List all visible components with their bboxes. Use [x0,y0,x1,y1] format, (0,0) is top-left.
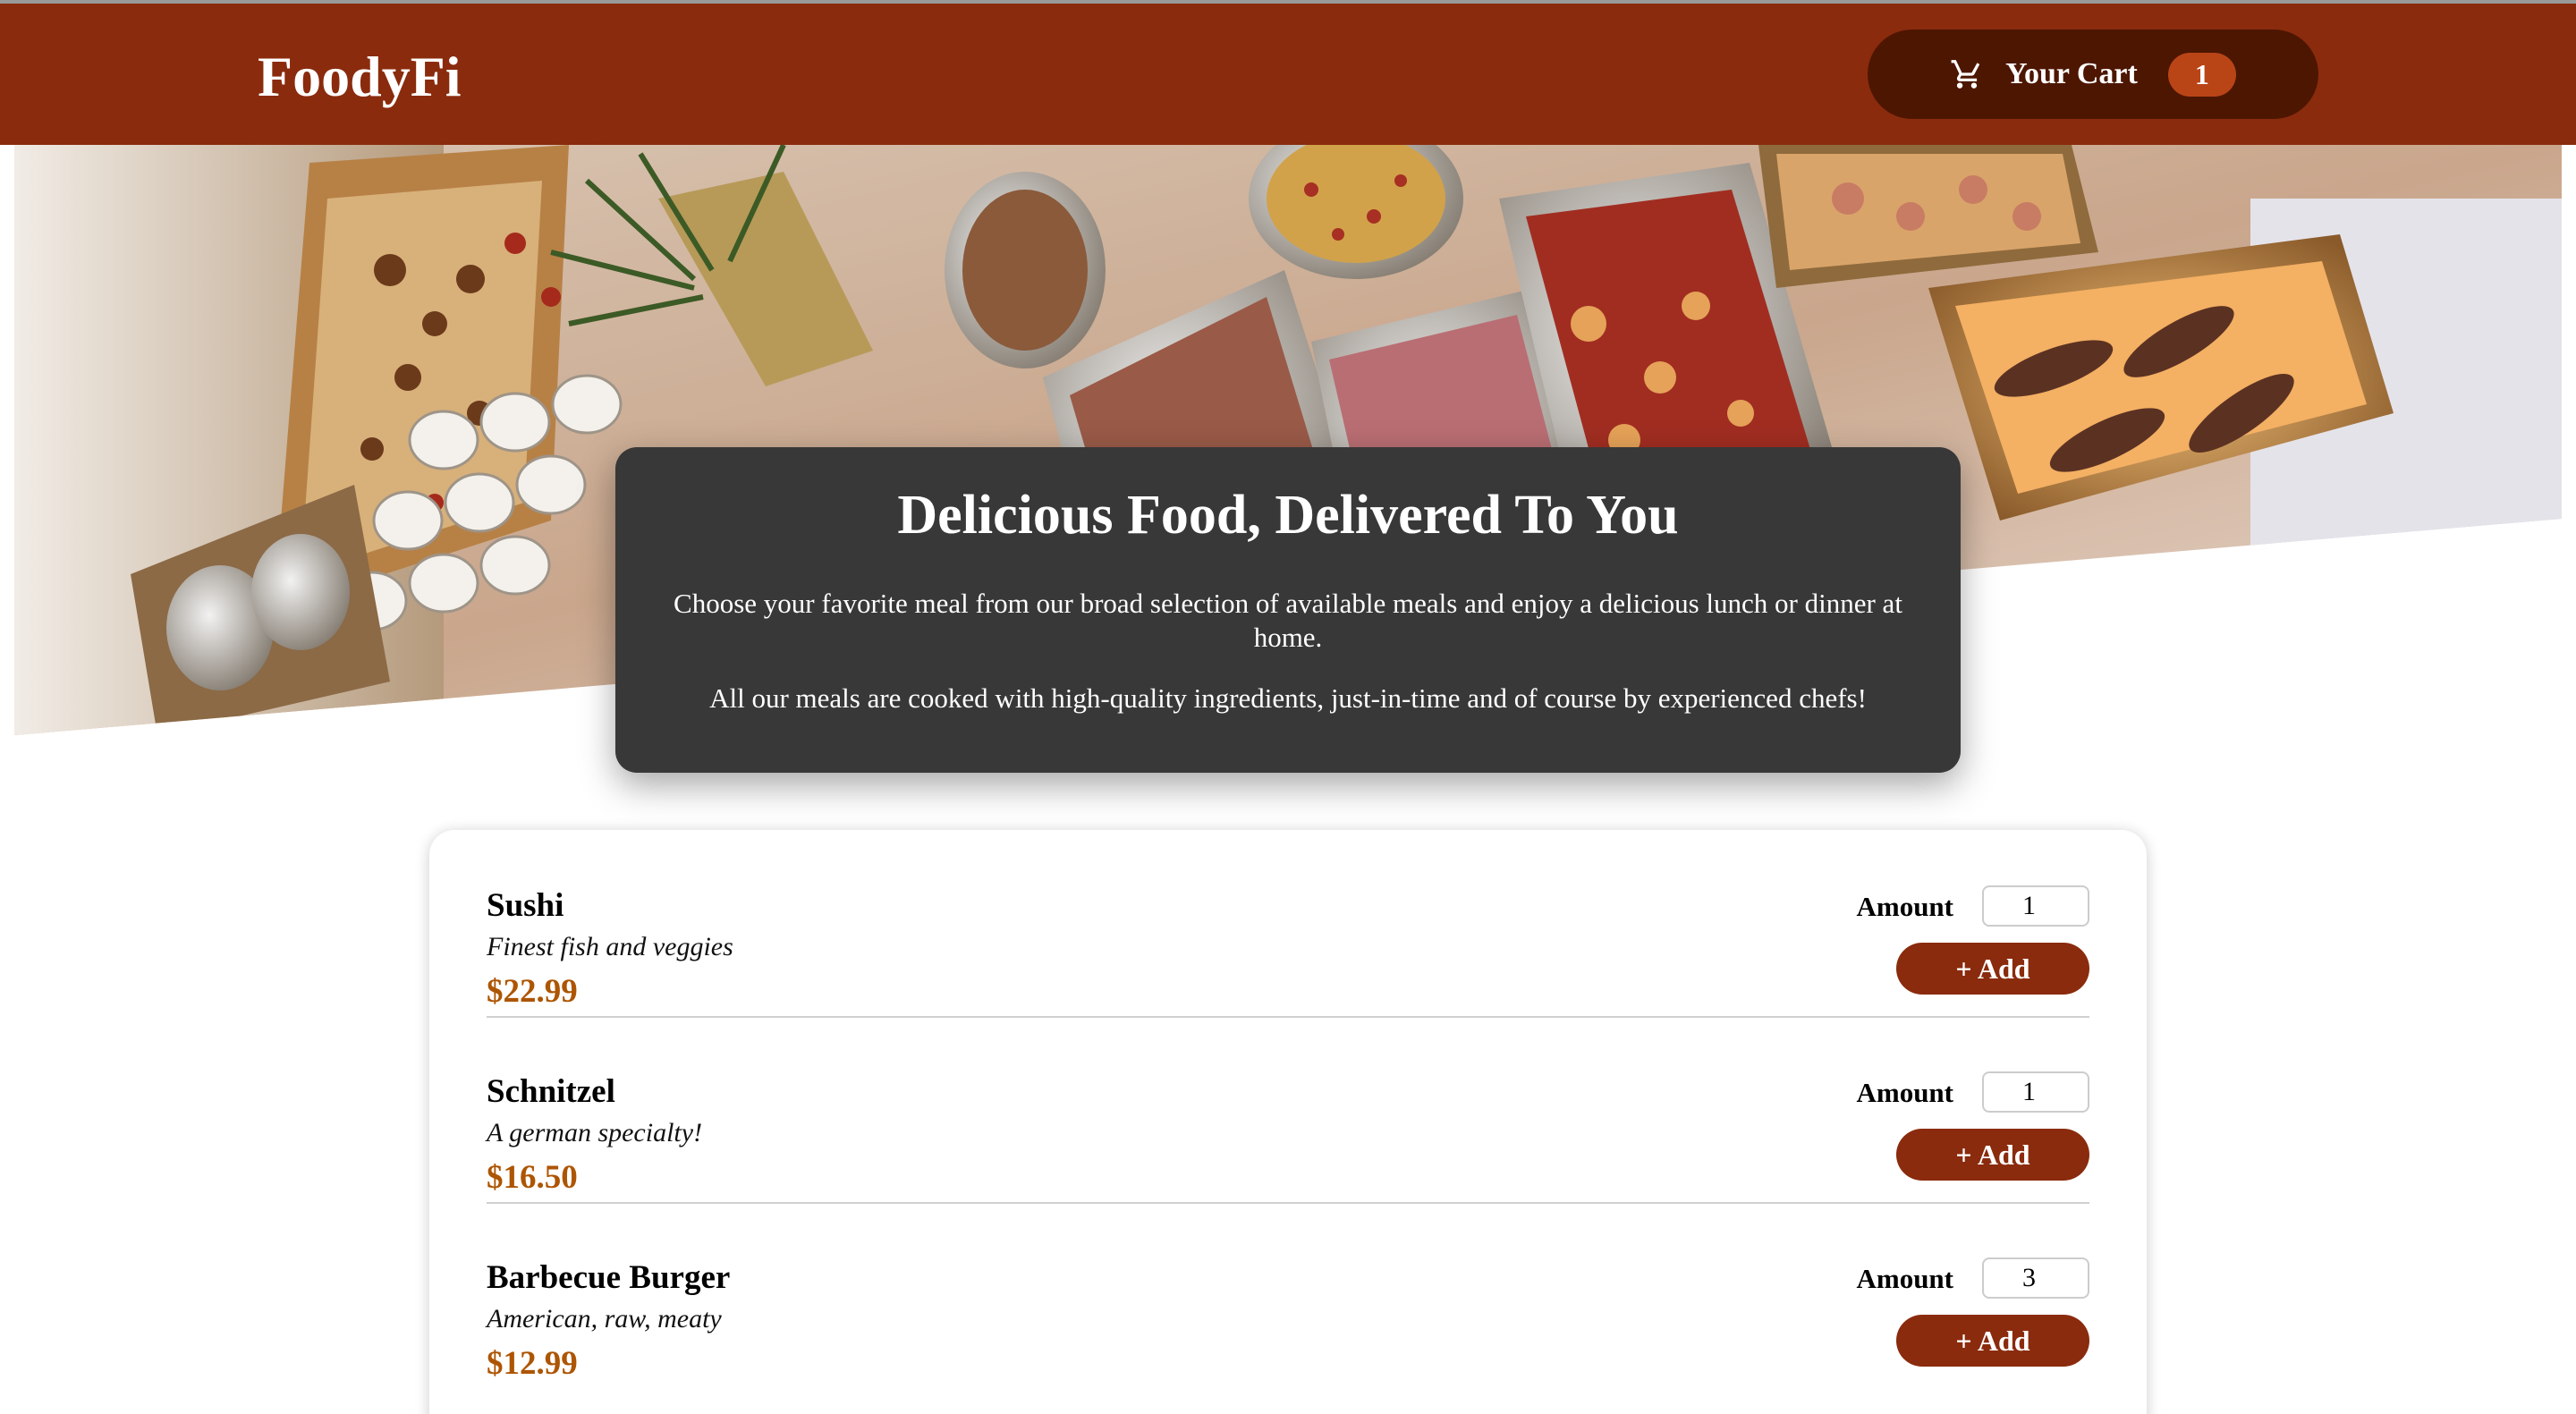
amount-input[interactable] [1982,1257,2089,1299]
logo: FoodyFi [258,45,462,108]
meal-item-sushi: Sushi Finest fish and veggies $22.99 Amo… [487,830,2089,1018]
amount-input[interactable] [1982,885,2089,927]
meal-name: Sushi [487,887,564,924]
add-button[interactable]: + Add [1896,1129,2089,1181]
meal-name: Barbecue Burger [487,1259,731,1296]
amount-label: Amount [1856,1263,1953,1294]
meal-price: $22.99 [487,973,578,1010]
add-button[interactable]: + Add [1896,1315,2089,1367]
amount-label: Amount [1856,1077,1953,1108]
meal-price: $12.99 [487,1345,578,1382]
cart-icon [1950,56,1986,92]
summary-card: Delicious Food, Delivered To You Choose … [615,447,1961,773]
summary-paragraph-1: Choose your favorite meal from our broad… [674,588,1902,653]
page: FoodyFi Your Cart 1 Delicious Food, Deli… [0,0,2576,1414]
summary-paragraph-2: All our meals are cooked with high-quali… [709,682,1867,714]
cart-count-badge: 1 [2167,52,2236,97]
meal-description: A german specialty! [487,1118,703,1147]
meal-name: Schnitzel [487,1073,615,1110]
meal-item-schnitzel: Schnitzel A german specialty! $16.50 Amo… [487,1016,2089,1204]
add-button[interactable]: + Add [1896,943,2089,995]
amount-label: Amount [1856,891,1953,922]
header: FoodyFi Your Cart 1 [0,4,2576,145]
meal-price: $16.50 [487,1159,578,1196]
meal-item-barbecue-burger: Barbecue Burger American, raw, meaty $12… [487,1202,2089,1388]
amount-input[interactable] [1982,1071,2089,1113]
meal-description: Finest fish and veggies [487,932,733,961]
summary-title: Delicious Food, Delivered To You [897,485,1679,546]
meal-description: American, raw, meaty [487,1304,722,1334]
cart-label: Your Cart [2005,57,2138,90]
cart-button[interactable]: Your Cart 1 [1868,30,2318,119]
meals-list-card: Sushi Finest fish and veggies $22.99 Amo… [429,830,2147,1414]
